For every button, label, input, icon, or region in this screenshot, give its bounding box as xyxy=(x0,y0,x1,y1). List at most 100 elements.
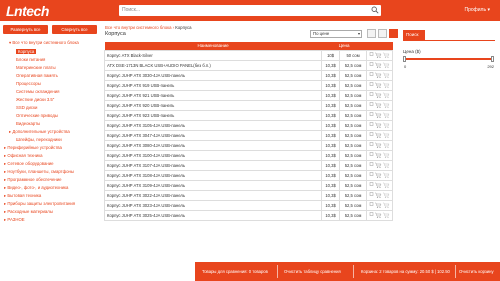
price-slider-track[interactable] xyxy=(405,58,493,60)
price-usd: 10,3$ xyxy=(321,129,341,141)
cart-icons[interactable] xyxy=(369,121,391,129)
cart-icons[interactable] xyxy=(369,91,391,99)
search-icon[interactable] xyxy=(371,6,379,14)
view-grid-icon[interactable] xyxy=(389,29,398,38)
tree-item[interactable]: ▸ Сетевое оборудование xyxy=(4,161,54,167)
cart-icons[interactable] xyxy=(369,211,391,219)
tree-item-label: Оперативная память xyxy=(16,73,58,78)
sort-select[interactable]: По цене ▾ xyxy=(310,30,362,38)
table-row[interactable]: Корпус JUHP ATX 3047-4JA USB-панель 10,3$… xyxy=(103,129,394,141)
table-row[interactable]: Корпус JUHP ATX 3107-4JA USB-панель 10,3$… xyxy=(103,159,394,171)
product-name[interactable]: Корпус ATX Black-Silver xyxy=(103,49,323,61)
tree-item[interactable]: Процессоры xyxy=(16,81,41,86)
cart-icons[interactable] xyxy=(369,101,391,109)
tree-item[interactable]: Шлейфы, переходники xyxy=(16,137,62,142)
tree-item[interactable]: ▸ Бытовая техника xyxy=(4,193,41,199)
collapse-all-button[interactable]: Свернуть все xyxy=(52,25,97,34)
tree-item[interactable]: Системы охлаждения xyxy=(16,89,59,94)
cart-icons[interactable] xyxy=(369,111,391,119)
product-name[interactable]: Корпус JUHP ATX 3025-4JA USB-панель xyxy=(103,209,323,221)
tree-item[interactable]: ▾ Все что внутри системного блока xyxy=(9,40,79,46)
tree-item[interactable]: Оперативная память xyxy=(16,73,58,78)
table-row[interactable]: Корпус JUHP ATX 920 USB-панель 10,3$ 52,5 … xyxy=(103,99,394,111)
view-list-icon[interactable] xyxy=(367,29,376,38)
table-row[interactable]: Корпус JUHP ATX 3025-4JA USB-панель 10,3$… xyxy=(103,209,394,221)
clear-cart-button[interactable]: Очистить корзину xyxy=(459,269,494,274)
table-row[interactable]: ATX DSE-1713N BLACK USB+AUDIO PANEL(без … xyxy=(103,59,394,71)
column-header-price[interactable]: Цена xyxy=(321,42,367,50)
tree-item-label: Жесткие диски 3.5" xyxy=(16,97,55,102)
cart-icons[interactable] xyxy=(369,191,391,199)
table-row[interactable]: Корпус JUHP ATX 3109-4JA USB-панель 10,3$… xyxy=(103,179,394,191)
product-name[interactable]: Корпус JUHP ATX 3108-4JA USB-панель xyxy=(103,169,323,181)
tree-item[interactable]: ▸ Программное обеспечение xyxy=(4,177,62,183)
cart-icons[interactable] xyxy=(369,171,391,179)
tree-item[interactable]: Видеокарты xyxy=(16,121,40,126)
cart-summary[interactable]: Корзина: 2 товаров на сумму: 20.50 $ | 1… xyxy=(361,269,450,274)
cart-icons[interactable] xyxy=(369,141,391,149)
tree-item[interactable]: ▸ Ноутбуки, планшеты, смартфоны xyxy=(4,169,74,175)
tree-item[interactable]: ▸ Офисная техника xyxy=(4,153,43,159)
tree-item[interactable]: Оптические приводы xyxy=(16,113,58,118)
table-row[interactable]: Корпус JUHP ATX 923 USB-панель 10,3$ 52,5 … xyxy=(103,109,394,121)
cart-icons[interactable] xyxy=(369,81,391,89)
price-slider-min-handle[interactable] xyxy=(403,56,406,62)
tree-item[interactable]: ▸ РАЗНОЕ xyxy=(4,217,25,223)
compare-count[interactable]: Товары для сравнения: 0 товаров xyxy=(202,269,268,274)
product-name[interactable]: Корпус JUHP ATX 920 USB-панель xyxy=(103,99,323,111)
cart-icons[interactable] xyxy=(369,61,391,69)
tree-item[interactable]: ▸ Приборы защиты электропитания xyxy=(4,201,75,207)
product-name[interactable]: ATX DSE-1713N BLACK USB+AUDIO PANEL(без … xyxy=(103,59,323,71)
breadcrumb-link[interactable]: Все что внутри системного блока xyxy=(105,25,171,30)
table-row[interactable]: Корпус JUHP ATX 3030-4JA USB-панель 10,3$… xyxy=(103,69,394,81)
product-name[interactable]: Корпус JUHP ATX 3109-4JA USB-панель xyxy=(103,179,323,191)
table-row[interactable]: Корпус JUHP ATX 919 USB-панель 10,3$ 52,5 … xyxy=(103,79,394,91)
tree-item[interactable]: ▸ Дополнительные устройства xyxy=(9,129,70,135)
tree-item[interactable]: Блоки питания xyxy=(16,57,45,62)
clear-compare-button[interactable]: Очистить таблицу сравнения xyxy=(284,269,341,274)
search-input[interactable]: Поиск... xyxy=(119,5,381,16)
product-name[interactable]: Корпус JUHP ATX 3023-4JA USB-панель xyxy=(103,199,323,211)
tree-item[interactable]: Корпуса xyxy=(16,49,37,54)
product-name[interactable]: Корпус JUHP ATX 3022-4JA USB-панель xyxy=(103,189,323,201)
expand-all-button[interactable]: Развернуть все xyxy=(3,25,48,34)
table-row[interactable]: Корпус JUHP ATX 3100-4JA USB-панель 10,3$… xyxy=(103,149,394,161)
tree-item[interactable]: Материнские платы xyxy=(16,65,56,70)
product-name[interactable]: Корпус JUHP ATX 3030-4JA USB-панель xyxy=(103,69,323,81)
product-name[interactable]: Корпус JUHP ATX 919 USB-панель xyxy=(103,79,323,91)
cart-icons[interactable] xyxy=(369,201,391,209)
cart-icons[interactable] xyxy=(369,71,391,79)
product-name[interactable]: Корпус JUHP ATX 921 USB-панель xyxy=(103,89,323,101)
view-table-icon[interactable] xyxy=(378,29,387,38)
cart-icons[interactable] xyxy=(369,131,391,139)
price-slider-max-handle[interactable] xyxy=(491,56,494,62)
table-row[interactable]: Корпус JUHP ATX 921 USB-панель 10,3$ 52,5 … xyxy=(103,89,394,101)
logo[interactable]: Lntech xyxy=(6,3,49,19)
cart-icons[interactable] xyxy=(369,181,391,189)
cart-icons[interactable] xyxy=(369,151,391,159)
table-row[interactable]: Корпус JUHP ATX 3108-4JA USB-панель 10,3$… xyxy=(103,169,394,181)
product-name[interactable]: Корпус JUHP ATX 3107-4JA USB-панель xyxy=(103,159,323,171)
table-row[interactable]: Корпус JUHP ATX 3105-4JA USB-панель 10,3$… xyxy=(103,119,394,131)
tree-item[interactable]: ▸ Периферийные устройства xyxy=(4,145,62,151)
table-row[interactable]: Корпус JUHP ATX 3022-4JA USB-панель 10,3$… xyxy=(103,189,394,201)
product-name[interactable]: Корпус JUHP ATX 3100-4JA USB-панель xyxy=(103,149,323,161)
tree-item[interactable]: ▸ Расходные материалы xyxy=(4,209,53,215)
tree-item[interactable]: Жесткие диски 3.5" xyxy=(16,97,54,102)
cart-icons[interactable] xyxy=(369,51,391,59)
product-name[interactable]: Корпус JUHP ATX 3105-4JA USB-панель xyxy=(103,119,323,131)
product-name[interactable]: Корпус JUHP ATX 3047-4JA USB-панель xyxy=(103,129,323,141)
column-header-name[interactable]: Наименование xyxy=(104,42,322,50)
compare-icon xyxy=(382,142,390,146)
tab-search[interactable]: Поиск xyxy=(403,30,425,40)
profile-menu[interactable]: Профиль ▾ xyxy=(465,7,491,13)
cart-icons[interactable] xyxy=(369,161,391,169)
tree-item[interactable]: SSD диски xyxy=(16,105,37,110)
table-row[interactable]: Корпус JUHP ATX 3080-4JA USB-панель 10,3$… xyxy=(103,139,394,151)
product-name[interactable]: Корпус JUHP ATX 3080-4JA USB-панель xyxy=(103,139,323,151)
table-row[interactable]: Корпус ATX Black-Silver 10$ 50 сом xyxy=(103,49,394,61)
product-name[interactable]: Корпус JUHP ATX 923 USB-панель xyxy=(103,109,323,121)
table-row[interactable]: Корпус JUHP ATX 3023-4JA USB-панель 10,3$… xyxy=(103,199,394,211)
chevron-down-icon: ▾ xyxy=(357,31,360,36)
tree-item[interactable]: ▸ Видео-, фото-, и аудиотехника xyxy=(4,185,68,191)
